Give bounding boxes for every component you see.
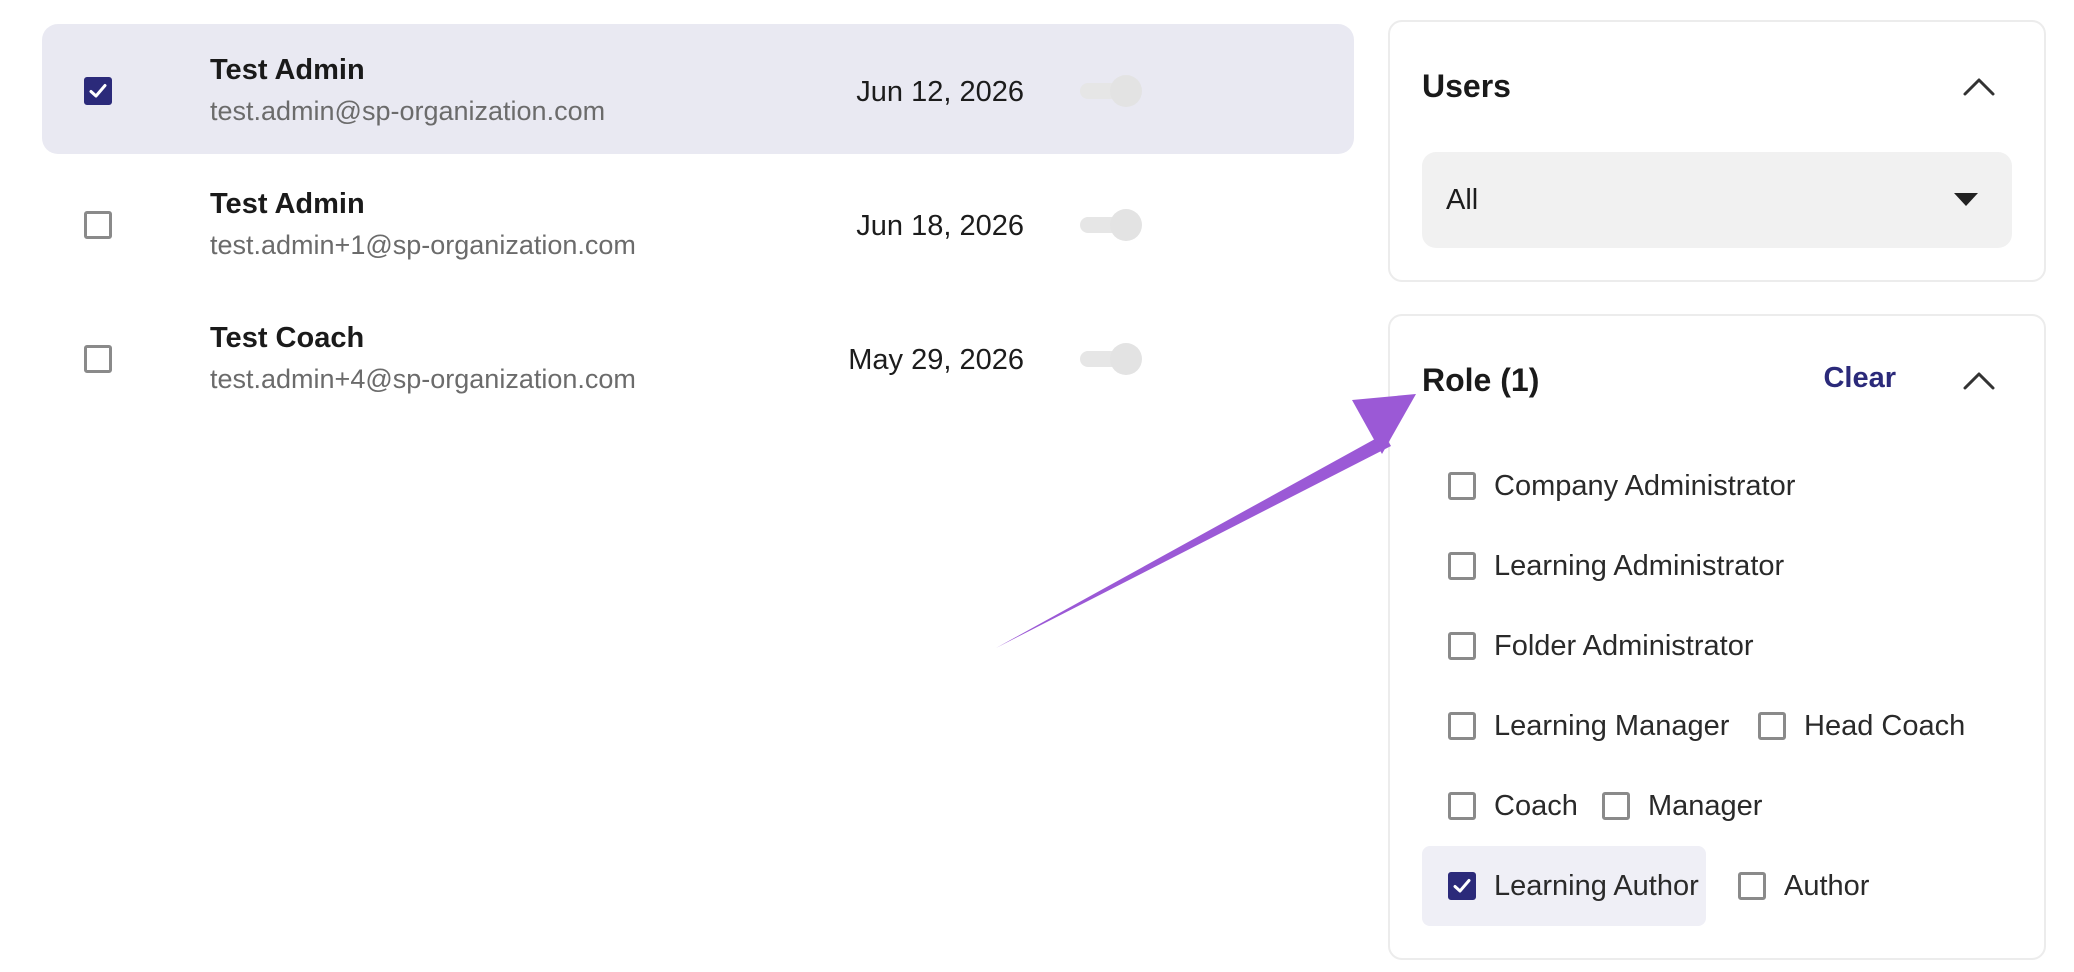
user-date: May 29, 2026 <box>848 344 1024 376</box>
row-checkbox[interactable] <box>84 345 112 373</box>
table-row[interactable]: Test Admin test.admin@sp-organization.co… <box>42 24 1354 154</box>
role-label: Learning Administrator <box>1494 549 1785 582</box>
user-email: test.admin+1@sp-organization.com <box>210 230 636 260</box>
user-date: Jun 18, 2026 <box>856 210 1024 242</box>
role-checkbox[interactable] <box>1448 792 1476 820</box>
role-label: Learning Author <box>1494 869 1699 902</box>
table-row[interactable]: Test Admin test.admin+1@sp-organization.… <box>42 158 1354 288</box>
role-label: Author <box>1784 869 1870 902</box>
status-toggle[interactable] <box>1076 208 1142 242</box>
table-row[interactable]: Test Coach test.admin+4@sp-organization.… <box>42 292 1354 422</box>
arrow-shaft <box>996 434 1391 648</box>
role-option-coach[interactable]: Coach <box>1422 766 1578 846</box>
user-email: test.admin+4@sp-organization.com <box>210 364 636 394</box>
role-filter-title: Role (1) <box>1422 362 1540 398</box>
role-checkbox[interactable] <box>1448 632 1476 660</box>
role-label: Company Administrator <box>1494 469 1796 502</box>
role-label: Folder Administrator <box>1494 629 1754 662</box>
role-filter-panel: Role (1) Clear Company Administrator Lea… <box>1388 314 2046 960</box>
role-option-learning-author[interactable]: Learning Author <box>1422 846 1706 926</box>
user-date: Jun 12, 2026 <box>856 76 1024 108</box>
users-select[interactable]: All <box>1422 152 2012 248</box>
chevron-up-icon[interactable] <box>1962 76 1996 98</box>
role-option-head-coach[interactable]: Head Coach <box>1732 686 1965 766</box>
role-checkbox[interactable] <box>1448 872 1476 900</box>
role-checkbox[interactable] <box>1448 552 1476 580</box>
users-filter-title: Users <box>1422 68 1511 104</box>
role-label: Head Coach <box>1804 709 1966 742</box>
status-toggle[interactable] <box>1076 342 1142 376</box>
role-label: Coach <box>1494 789 1578 822</box>
role-checkbox[interactable] <box>1758 712 1786 740</box>
row-checkbox[interactable] <box>84 211 112 239</box>
role-checkbox[interactable] <box>1448 712 1476 740</box>
check-icon <box>1453 879 1471 893</box>
clear-button[interactable]: Clear <box>1823 362 1896 395</box>
toggle-thumb <box>1110 209 1142 241</box>
row-checkbox[interactable] <box>84 77 112 105</box>
role-option-company-administrator[interactable]: Company Administrator <box>1422 446 1795 526</box>
role-option-folder-administrator[interactable]: Folder Administrator <box>1422 606 1754 686</box>
role-label: Manager <box>1648 789 1763 822</box>
caret-down-icon <box>1954 193 1978 206</box>
role-checkbox[interactable] <box>1602 792 1630 820</box>
users-select-value: All <box>1446 184 1479 216</box>
user-name: Test Coach <box>210 322 365 354</box>
role-checkbox[interactable] <box>1448 472 1476 500</box>
user-email: test.admin@sp-organization.com <box>210 96 606 126</box>
role-option-learning-manager[interactable]: Learning Manager <box>1422 686 1729 766</box>
toggle-thumb <box>1110 75 1142 107</box>
role-option-author[interactable]: Author <box>1712 846 1869 926</box>
role-checkbox[interactable] <box>1738 872 1766 900</box>
role-option-learning-administrator[interactable]: Learning Administrator <box>1422 526 1784 606</box>
check-icon <box>89 84 107 98</box>
user-name: Test Admin <box>210 54 365 86</box>
toggle-thumb <box>1110 343 1142 375</box>
users-filter-panel: Users All <box>1388 20 2046 282</box>
status-toggle[interactable] <box>1076 74 1142 108</box>
role-option-manager[interactable]: Manager <box>1576 766 1762 846</box>
user-name: Test Admin <box>210 188 365 220</box>
role-label: Learning Manager <box>1494 709 1730 742</box>
chevron-up-icon[interactable] <box>1962 370 1996 392</box>
